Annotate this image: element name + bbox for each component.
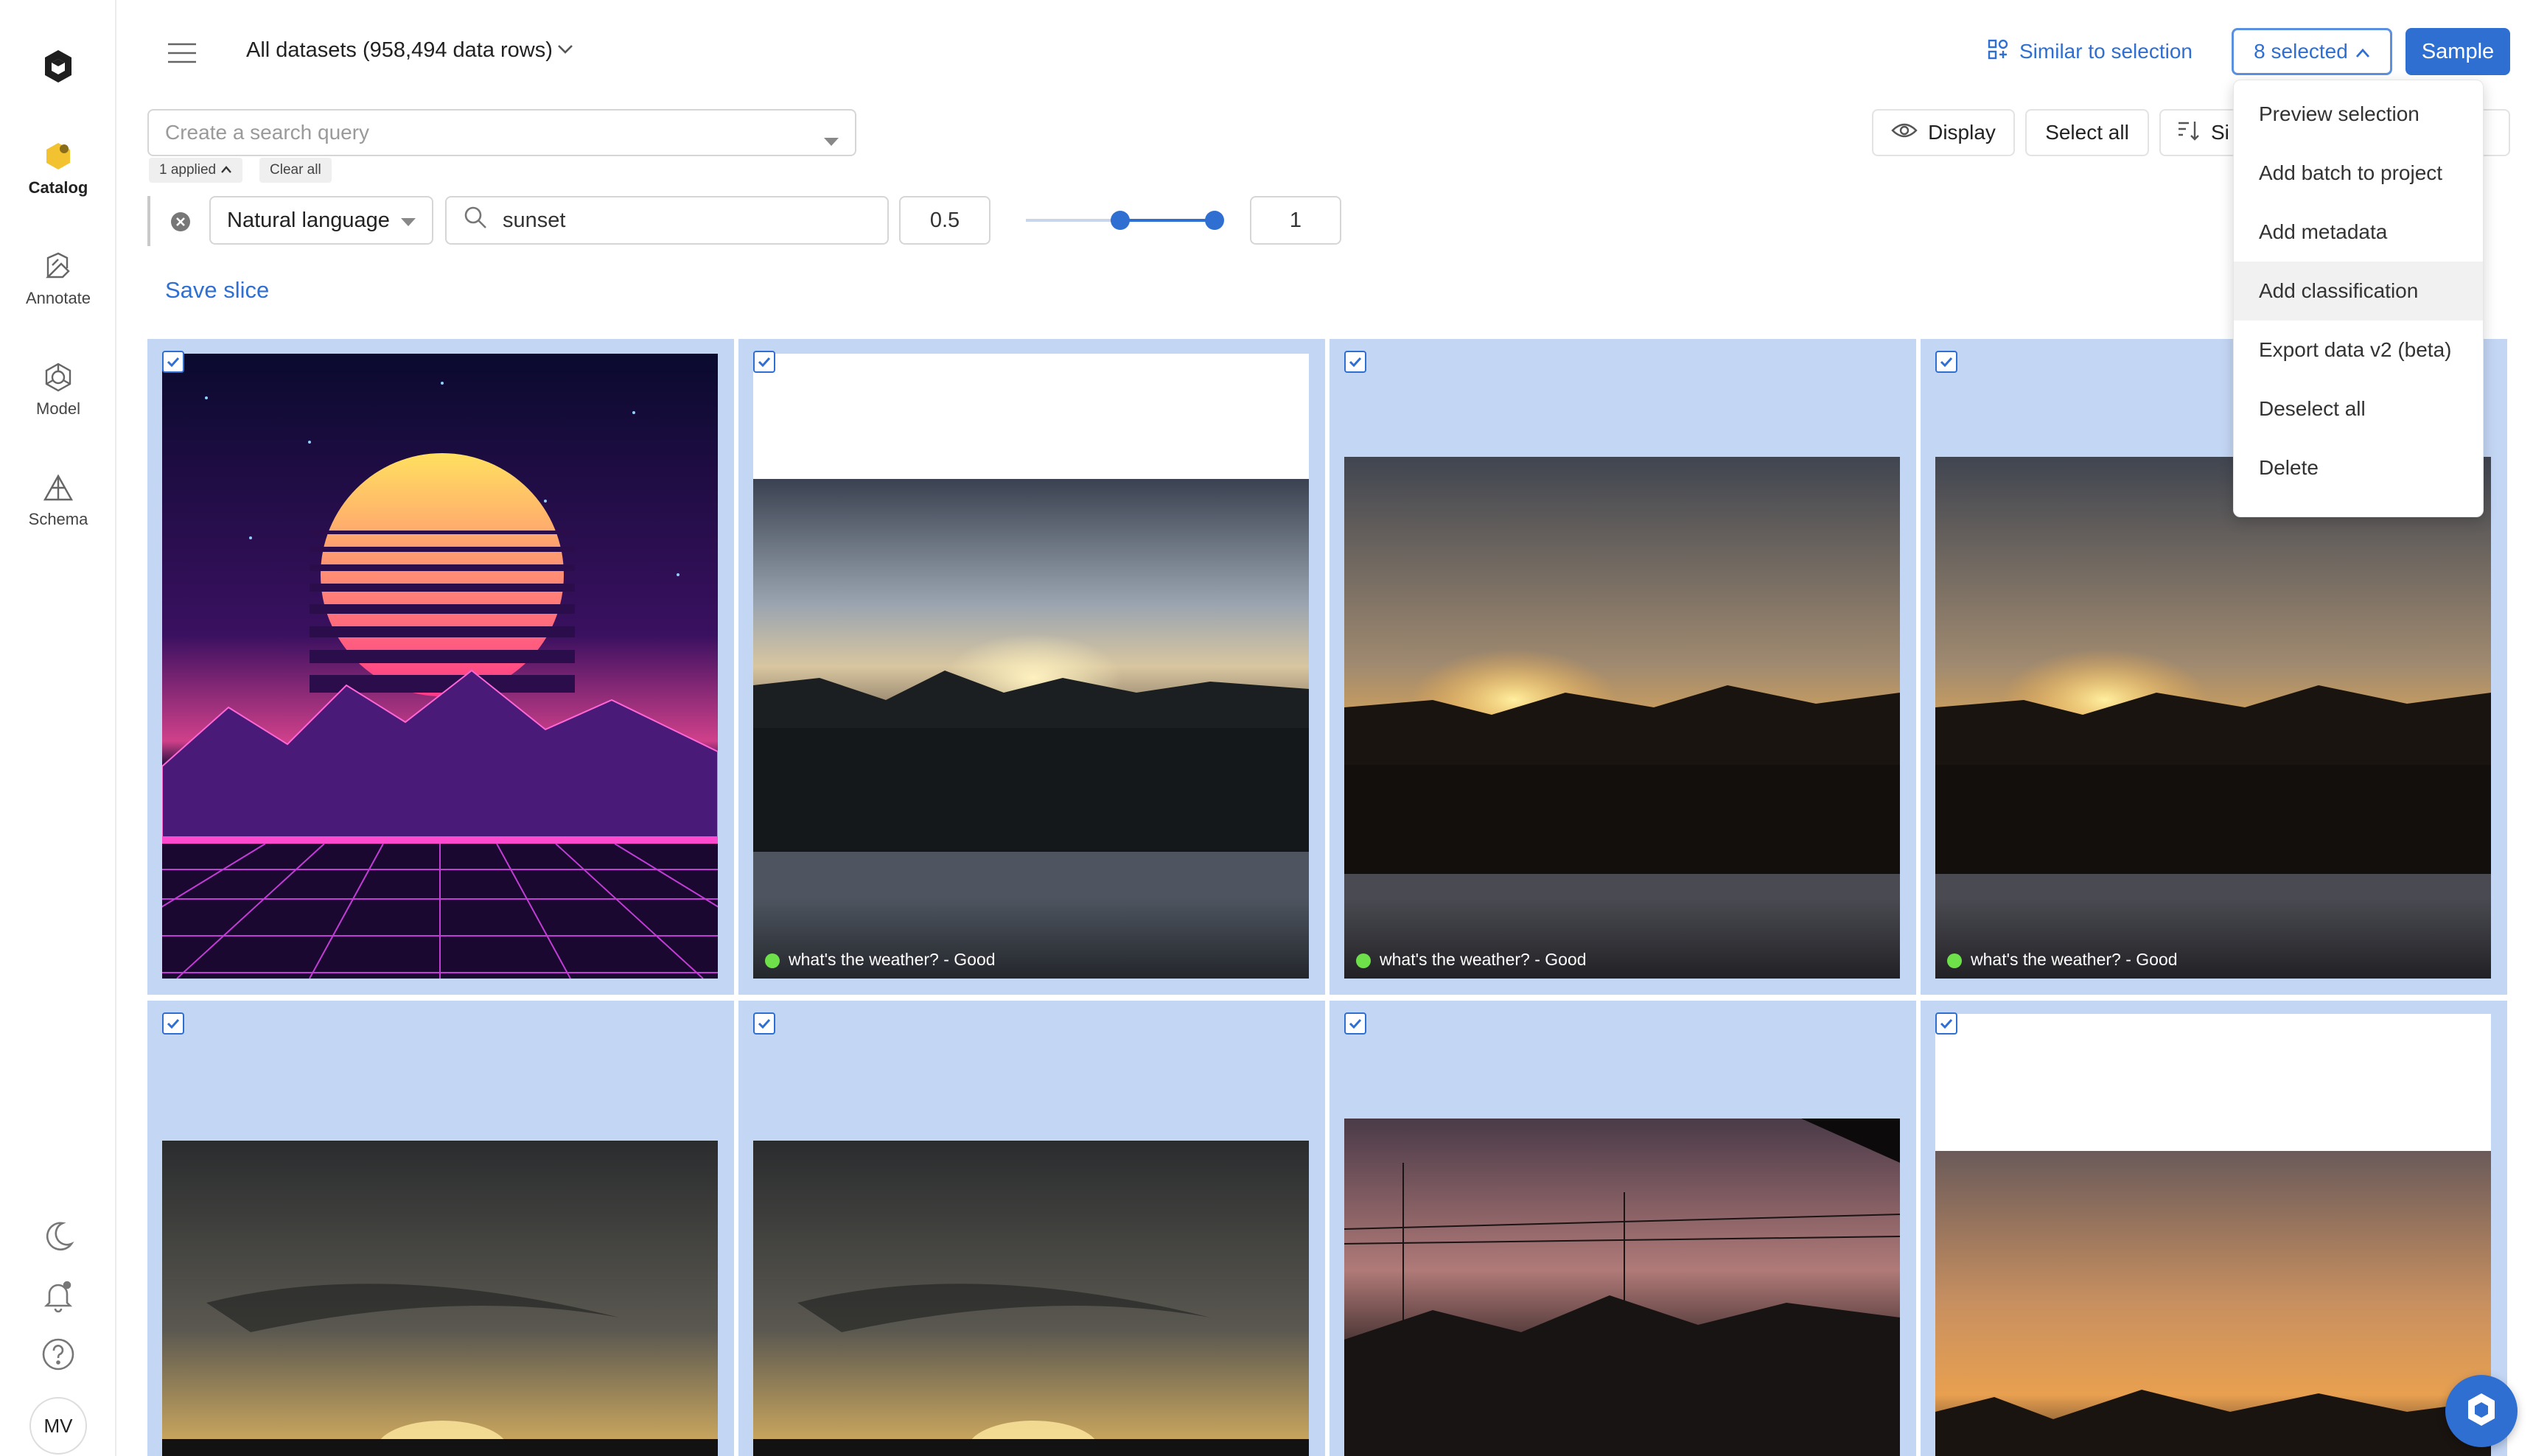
menu-item-add-metadata[interactable]: Add metadata — [2234, 203, 2483, 262]
nav-schema[interactable]: Schema — [0, 472, 116, 529]
threshold-max-input[interactable]: 1 — [1250, 196, 1341, 245]
selection-actions-menu: Preview selection Add batch to project A… — [2233, 80, 2484, 517]
app-logo-icon — [2465, 1392, 2498, 1431]
nav-model-label: Model — [36, 399, 80, 418]
menu-item-add-batch[interactable]: Add batch to project — [2234, 144, 2483, 203]
search-placeholder: Create a search query — [165, 121, 370, 144]
data-row-card[interactable]: what's the weather? - Good — [1330, 339, 1916, 995]
search-term-input[interactable]: sunset — [445, 196, 889, 245]
card-caption: what's the weather? - Good — [1935, 897, 2491, 979]
sort-button[interactable]: Si — [2159, 109, 2240, 156]
caption-text: what's the weather? - Good — [1380, 950, 1587, 969]
caret-down-icon — [824, 128, 839, 152]
nav-catalog[interactable]: Catalog — [0, 140, 116, 197]
selection-count-label: 8 selected — [2254, 40, 2348, 63]
status-dot — [1356, 953, 1371, 968]
applied-filters-toggle[interactable]: 1 applied — [149, 158, 243, 183]
card-thumbnail — [162, 354, 718, 979]
nav-annotate-label: Annotate — [25, 289, 91, 307]
nav-catalog-label: Catalog — [28, 178, 88, 197]
filter-indicator — [147, 196, 150, 246]
data-row-card[interactable] — [738, 1001, 1325, 1456]
annotate-icon — [42, 251, 74, 283]
caret-down-icon — [401, 209, 416, 233]
sort-icon — [2177, 120, 2199, 146]
search-icon — [463, 205, 488, 236]
card-thumbnail — [1344, 1119, 1900, 1456]
threshold-min-input[interactable]: 0.5 — [899, 196, 990, 245]
status-dot — [765, 953, 780, 968]
card-checkbox[interactable] — [753, 1012, 775, 1035]
nav-schema-label: Schema — [28, 510, 88, 528]
card-checkbox[interactable] — [1935, 1012, 1957, 1035]
threshold-slider-range — [1119, 219, 1215, 222]
card-checkbox[interactable] — [1344, 1012, 1366, 1035]
menu-item-add-classification[interactable]: Add classification — [2234, 262, 2483, 321]
card-checkbox[interactable] — [753, 351, 775, 373]
card-checkbox[interactable] — [1344, 351, 1366, 373]
eye-icon — [1891, 121, 1918, 144]
menu-item-export-data[interactable]: Export data v2 (beta) — [2234, 321, 2483, 379]
selection-menu-button[interactable]: 8 selected — [2232, 28, 2392, 75]
bell-icon[interactable] — [41, 1278, 76, 1313]
card-caption: what's the weather? - Good — [753, 897, 1309, 979]
clear-all-filters-button[interactable]: Clear all — [259, 158, 332, 183]
card-checkbox[interactable] — [1935, 351, 1957, 373]
data-row-card[interactable] — [147, 339, 734, 995]
nav-model[interactable]: Model — [0, 361, 116, 419]
display-button[interactable]: Display — [1872, 109, 2015, 156]
menu-item-delete[interactable]: Delete — [2234, 438, 2483, 497]
data-row-card[interactable] — [1330, 1001, 1916, 1456]
help-icon[interactable] — [41, 1337, 76, 1372]
caption-text: what's the weather? - Good — [1971, 950, 2178, 969]
card-checkbox[interactable] — [162, 1012, 184, 1035]
caption-text: what's the weather? - Good — [789, 950, 996, 969]
chevron-up-icon — [2355, 40, 2370, 63]
card-checkbox[interactable] — [162, 351, 184, 373]
left-nav-rail: Catalog Annotate Model Schema MV — [0, 0, 116, 1456]
data-row-card[interactable] — [1921, 1001, 2507, 1456]
dataset-selector[interactable]: All datasets (958,494 data rows) — [246, 38, 553, 63]
moon-icon[interactable] — [41, 1219, 76, 1254]
chevron-down-icon[interactable] — [557, 44, 573, 58]
nav-annotate[interactable]: Annotate — [0, 251, 116, 308]
applied-count-label: 1 applied — [159, 162, 217, 178]
app-logo-icon[interactable] — [43, 49, 74, 84]
avatar[interactable]: MV — [29, 1397, 87, 1455]
help-chat-button[interactable] — [2445, 1375, 2518, 1447]
slider-max-handle[interactable] — [1205, 211, 1224, 230]
menu-item-preview-selection[interactable]: Preview selection — [2234, 85, 2483, 144]
remove-filter-icon[interactable] — [170, 211, 192, 233]
card-thumbnail — [162, 1141, 718, 1456]
slider-min-handle[interactable] — [1111, 211, 1130, 230]
schema-icon — [42, 472, 74, 504]
select-all-button[interactable]: Select all — [2025, 109, 2149, 156]
chevron-up-icon — [220, 162, 232, 178]
card-thumbnail — [753, 354, 1309, 979]
similar-label: Similar to selection — [2019, 40, 2193, 63]
data-row-card[interactable] — [147, 1001, 734, 1456]
search-term-value: sunset — [503, 208, 566, 232]
save-slice-link[interactable]: Save slice — [165, 277, 269, 304]
sample-button[interactable]: Sample — [2406, 28, 2510, 75]
hamburger-menu-icon[interactable] — [167, 40, 198, 66]
menu-item-deselect-all[interactable]: Deselect all — [2234, 379, 2483, 438]
display-label: Display — [1928, 121, 1996, 144]
status-dot — [1947, 953, 1962, 968]
card-caption: what's the weather? - Good — [1344, 897, 1900, 979]
card-thumbnail — [753, 1141, 1309, 1456]
data-row-card[interactable]: what's the weather? - Good — [738, 339, 1325, 995]
model-icon — [42, 361, 74, 393]
sort-label: Si — [2211, 121, 2229, 144]
search-query-input[interactable]: Create a search query — [147, 109, 856, 156]
search-mode-value: Natural language — [227, 208, 390, 232]
similar-to-selection-button[interactable]: Similar to selection — [1987, 34, 2193, 69]
search-mode-select[interactable]: Natural language — [209, 196, 433, 245]
similar-icon — [1987, 38, 2009, 66]
card-thumbnail — [1935, 1014, 2491, 1456]
catalog-icon — [42, 140, 74, 172]
